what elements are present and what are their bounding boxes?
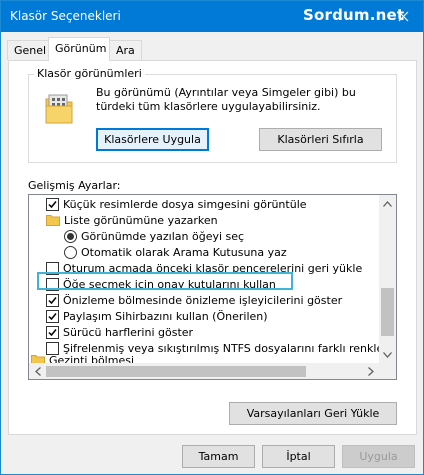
list-item-label: Öğe seçmek için onay kutularını kullan [63, 277, 276, 291]
list-item[interactable]: Paylaşım Sihirbazını kullan (Önerilen) [46, 308, 396, 324]
list-item[interactable]: Otomatik olarak Arama Kutusuna yaz [64, 244, 396, 260]
chevron-right-icon [367, 367, 374, 376]
tab-search[interactable]: Ara [109, 40, 142, 60]
cancel-button[interactable]: İptal [262, 445, 335, 468]
folder-icon [46, 215, 60, 226]
advanced-settings-list[interactable]: Küçük resimlerde dosya simgesini görüntü… [28, 194, 397, 380]
list-item[interactable]: Sürücü harflerini göster [46, 324, 396, 340]
folder-views-label: Klasör görünümleri [34, 67, 145, 80]
checkbox-thumbnail-icons[interactable] [46, 197, 59, 211]
list-item-label: Küçük resimlerde dosya simgesini görüntü… [63, 197, 307, 211]
list-item[interactable]: Küçük resimlerde dosya simgesini görüntü… [46, 196, 396, 212]
checkbox-sharing-wizard[interactable] [46, 309, 59, 323]
list-item-label: Görünümde yazılan öğeyi seç [81, 229, 245, 243]
list-item-label: Önizleme bölmesinde önizleme işleyiciler… [63, 293, 343, 307]
list-item-label: Oturum açmada önceki klasör pencerelerin… [63, 261, 363, 275]
list-item[interactable]: Oturum açmada önceki klasör pencerelerin… [46, 260, 396, 276]
list-item: Liste görünümüne yazarken [46, 212, 396, 228]
restore-defaults-button[interactable]: Varsayılanları Geri Yükle [229, 402, 397, 425]
scrollbar-corner [379, 363, 396, 379]
scroll-left-button[interactable] [29, 363, 46, 379]
scroll-right-button[interactable] [362, 363, 379, 379]
list-item-label: Otomatik olarak Arama Kutusuna yaz [81, 245, 287, 259]
ok-label: Tamam [198, 450, 239, 463]
reset-folders-button[interactable]: Klasörleri Sıfırla [259, 128, 382, 151]
horizontal-scroll-thumb[interactable] [46, 366, 306, 377]
chevron-left-icon [34, 367, 41, 376]
list-item-label: Liste görünümüne yazarken [64, 213, 218, 227]
vertical-scrollbar[interactable] [379, 195, 396, 363]
apply-to-folders-button[interactable]: Klasörlere Uygula [96, 128, 209, 151]
horizontal-scrollbar[interactable] [29, 363, 379, 379]
apply-label: Uygula [359, 450, 398, 463]
window-title: Klasör Seçenekleri [10, 9, 121, 23]
list-item-label: Paylaşım Sihirbazını kullan (Önerilen) [63, 309, 268, 323]
tab-search-label: Ara [116, 44, 135, 57]
chevron-up-icon [383, 200, 392, 207]
apply-to-folders-label: Klasörlere Uygula [104, 133, 201, 146]
folder-views-description: Bu görünümü (Ayrıntılar veya Simgeler gi… [96, 86, 356, 113]
list-item[interactable]: Öğe seçmek için onay kutularını kullan [46, 276, 396, 292]
checkbox-item-checkboxes[interactable] [46, 277, 59, 291]
folder-details-icon [45, 94, 73, 124]
checkbox-preview-handlers[interactable] [46, 293, 59, 307]
tab-view-label: Görünüm [55, 42, 107, 55]
vertical-scroll-thumb[interactable] [381, 288, 394, 336]
close-button[interactable] [384, 1, 423, 32]
radio-type-search-box[interactable] [64, 245, 77, 259]
advanced-settings-label: Gelişmiş Ayarlar: [28, 179, 121, 192]
scroll-up-button[interactable] [379, 195, 396, 212]
ok-button[interactable]: Tamam [182, 445, 255, 468]
cancel-label: İptal [286, 450, 311, 463]
apply-button[interactable]: Uygula [342, 445, 415, 468]
close-icon [398, 11, 409, 22]
title-bar[interactable]: Klasör Seçenekleri Sordum.net [1, 1, 423, 32]
tab-general-label: Genel [14, 44, 47, 57]
radio-select-typed-item[interactable] [64, 229, 77, 243]
tab-general[interactable]: Genel [7, 40, 49, 60]
chevron-down-icon [383, 351, 392, 358]
checkbox-restore-windows[interactable] [46, 261, 59, 275]
list-item-label: Sürücü harflerini göster [63, 325, 194, 339]
tab-view[interactable]: Görünüm [48, 37, 110, 61]
reset-folders-label: Klasörleri Sıfırla [277, 133, 364, 146]
list-item[interactable]: Önizleme bölmesinde önizleme işleyiciler… [46, 292, 396, 308]
folder-options-window: Klasör Seçenekleri Sordum.net Genel Görü… [0, 0, 424, 475]
restore-defaults-label: Varsayılanları Geri Yükle [246, 407, 380, 420]
scroll-down-button[interactable] [379, 346, 396, 363]
list-item[interactable]: Görünümde yazılan öğeyi seç [64, 228, 396, 244]
checkbox-drive-letters[interactable] [46, 325, 59, 339]
